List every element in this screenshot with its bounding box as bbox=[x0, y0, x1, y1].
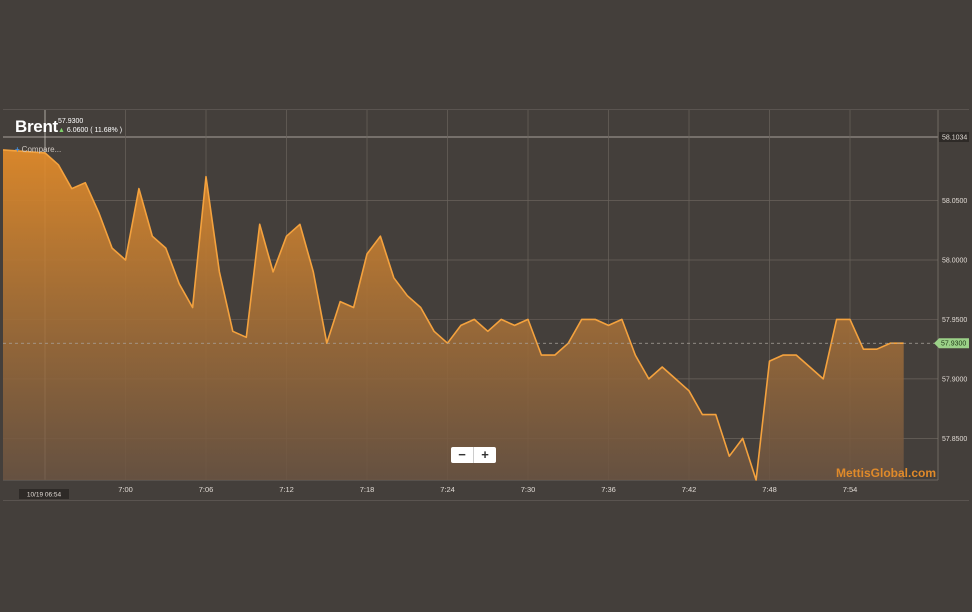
symbol-change-text: 6.0600 ( 11.68% ) bbox=[66, 127, 123, 134]
y-tick-label: 57.8500 bbox=[942, 436, 967, 443]
x-tick-label: 7:12 bbox=[279, 485, 294, 494]
zoom-controls: − + bbox=[451, 447, 496, 463]
compare-button[interactable]: + Compare... bbox=[15, 145, 61, 154]
x-tick-label: 7:06 bbox=[199, 485, 214, 494]
watermark: MettisGlobal.com bbox=[836, 466, 937, 480]
symbol-name: Brent bbox=[15, 117, 58, 136]
symbol-price: 57.9300 bbox=[58, 118, 84, 125]
y-tick-label: 58.0000 bbox=[942, 257, 967, 264]
x-tick-label: 7:42 bbox=[682, 485, 697, 494]
plus-icon: + bbox=[15, 145, 20, 154]
zoom-out-button[interactable]: − bbox=[451, 447, 473, 463]
zoom-in-button[interactable]: + bbox=[473, 447, 496, 463]
chart-panel: 57.8500 57.9000 57.9500 58.0000 58.0500 58.10… bbox=[3, 109, 969, 501]
y-tick-label: 57.9500 bbox=[942, 317, 967, 324]
up-arrow-icon: ▲ bbox=[58, 127, 65, 134]
compare-label: Compare... bbox=[21, 145, 62, 154]
y-tick-label: 57.9000 bbox=[942, 376, 967, 383]
x-tick-label: 7:54 bbox=[843, 485, 858, 494]
x-tick-label: 7:18 bbox=[360, 485, 375, 494]
price-area bbox=[3, 149, 904, 480]
price-chart: 57.8500 57.9000 57.9500 58.0000 58.0500 58.10… bbox=[3, 110, 969, 499]
high-label: 58.1034 bbox=[942, 135, 967, 142]
y-tick-label: 58.0500 bbox=[942, 198, 967, 205]
x-tick-label: 7:30 bbox=[521, 485, 536, 494]
x-tick-label: 7:00 bbox=[118, 485, 133, 494]
x-tick-label: 7:48 bbox=[762, 485, 777, 494]
x-tick-label: 7:36 bbox=[601, 485, 616, 494]
x-tick-label: 7:24 bbox=[440, 485, 455, 494]
symbol-change: ▲ 6.0600 ( 11.68% ) bbox=[58, 127, 122, 134]
start-date-label: 10/19 06:54 bbox=[27, 492, 62, 499]
last-price-label: 57.9300 bbox=[941, 341, 966, 348]
